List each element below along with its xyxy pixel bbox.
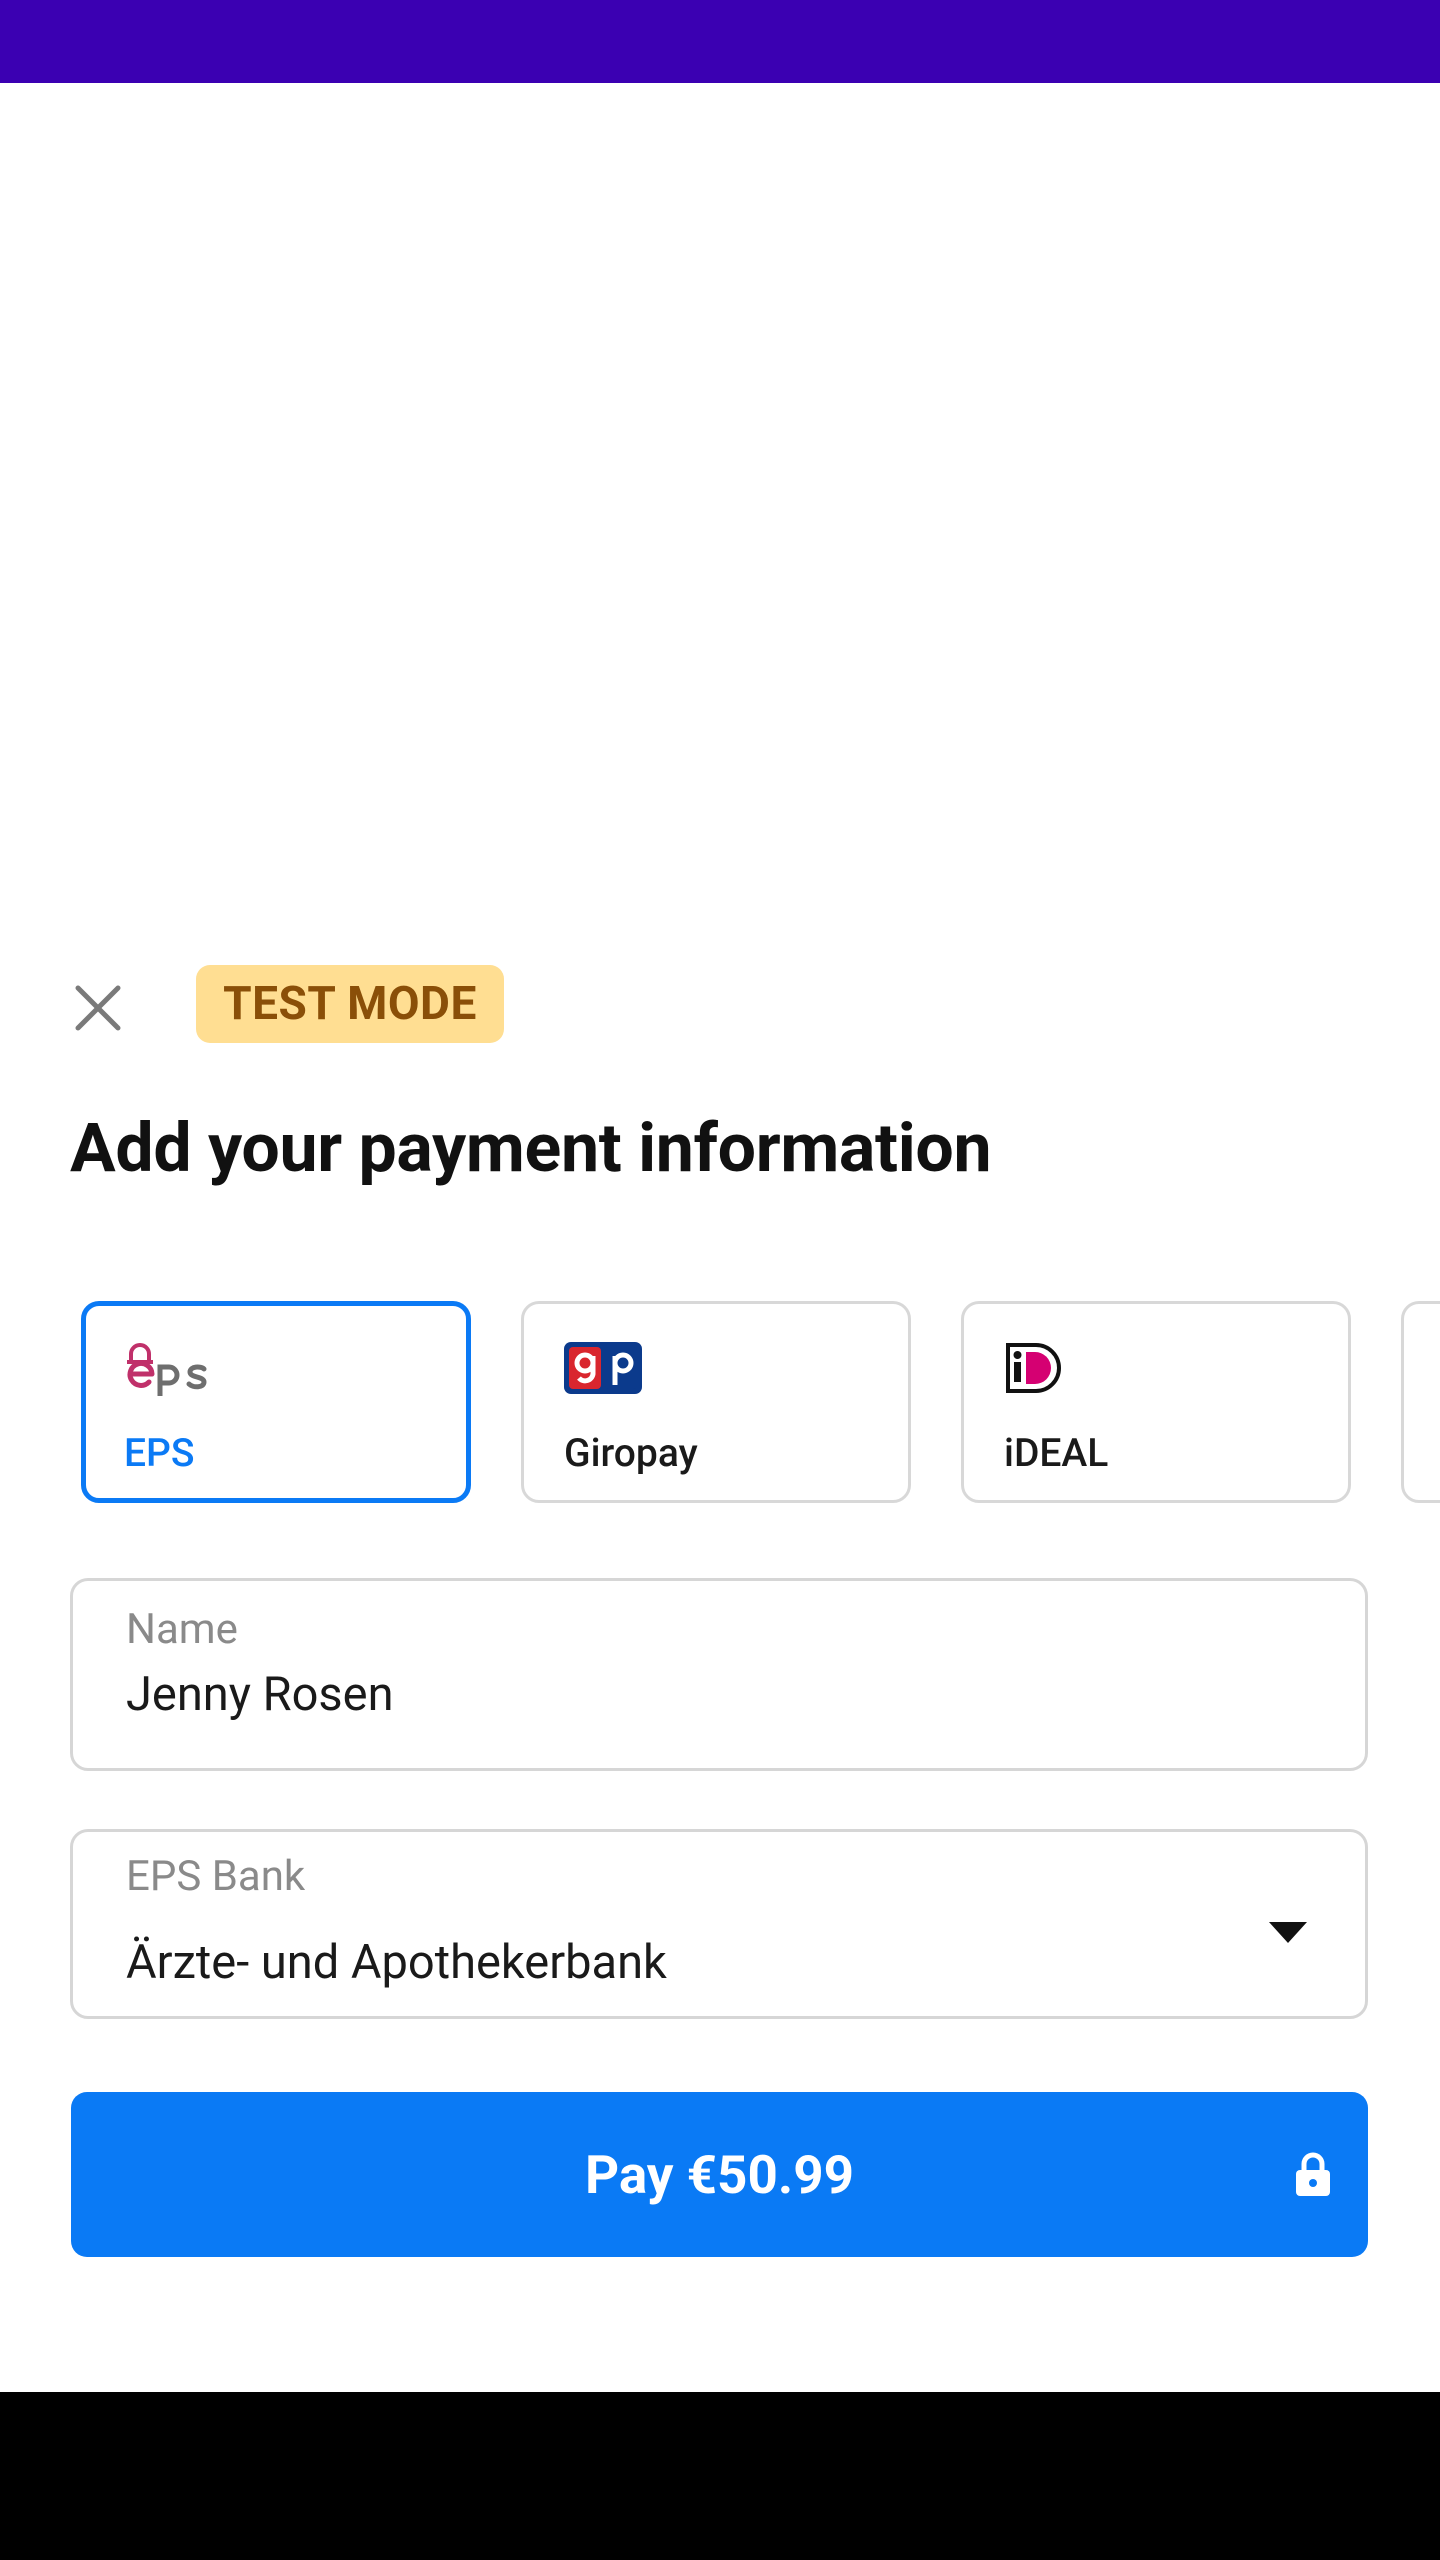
- pay-button[interactable]: Pay €50.99: [71, 2092, 1368, 2257]
- eps-logo-icon: [124, 1340, 208, 1396]
- status-bar: [0, 0, 1440, 83]
- lock-icon: [1296, 2152, 1330, 2196]
- payment-method-label: iDEAL: [1004, 1430, 1109, 1476]
- payment-method-ideal[interactable]: iDEAL: [961, 1301, 1351, 1503]
- test-mode-badge: TEST MODE: [196, 965, 504, 1043]
- payment-method-tabs: EPS Giropay iDEAL: [0, 1298, 1440, 1510]
- page-title: Add your payment information: [70, 1108, 992, 1188]
- system-navigation-bar: [0, 2392, 1440, 2560]
- payment-method-more[interactable]: [1401, 1301, 1440, 1503]
- name-field[interactable]: Name Jenny Rosen: [70, 1578, 1368, 1771]
- pay-button-label: Pay €50.99: [584, 2143, 855, 2206]
- close-button[interactable]: [62, 972, 134, 1044]
- name-field-label: Name: [126, 1605, 238, 1654]
- close-icon: [75, 985, 121, 1031]
- payment-method-giropay[interactable]: Giropay: [521, 1301, 911, 1503]
- eps-bank-value: Ärzte- und Apothekerbank: [126, 1935, 667, 1990]
- payment-method-label: EPS: [124, 1430, 195, 1476]
- ideal-logo-icon: [1004, 1340, 1064, 1396]
- eps-bank-label: EPS Bank: [126, 1852, 306, 1901]
- name-input[interactable]: Jenny Rosen: [126, 1667, 394, 1722]
- giropay-logo-icon: [564, 1340, 642, 1396]
- eps-bank-select[interactable]: EPS Bank Ärzte- und Apothekerbank: [70, 1829, 1368, 2019]
- payment-method-label: Giropay: [564, 1430, 698, 1476]
- chevron-down-icon: [1269, 1922, 1307, 1943]
- payment-method-eps[interactable]: EPS: [81, 1301, 471, 1503]
